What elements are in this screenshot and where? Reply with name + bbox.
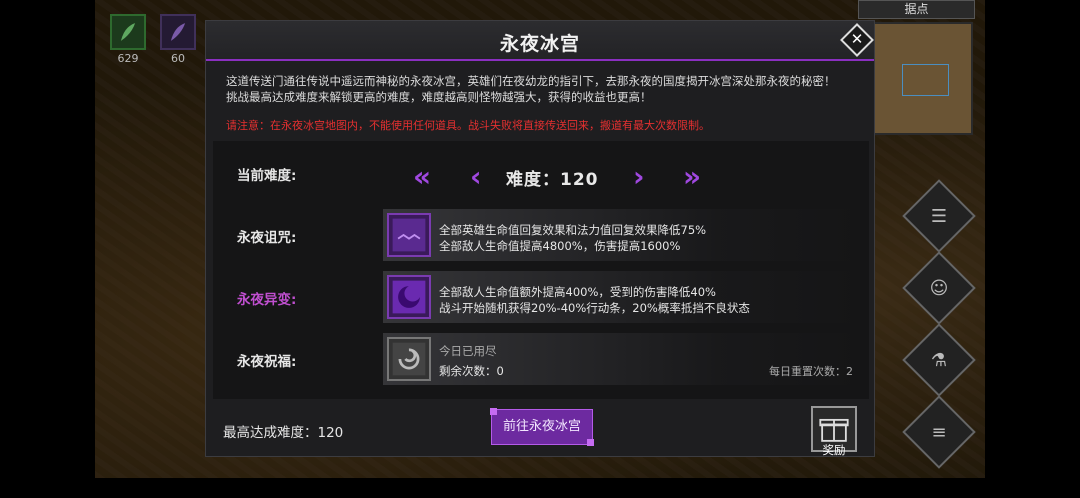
difficulty-panel: 当前难度: « ‹ 难度：120 › » 永夜诅咒: 全部英雄生命值回复效果和法…	[213, 141, 869, 399]
people-icon: ☺	[929, 277, 949, 299]
potion-icon: ⚗	[930, 349, 948, 371]
blessing-icon[interactable]	[387, 337, 431, 381]
mutation-effect: 全部敌人生命值额外提高400%，受到的伤害降低40% 战斗开始随机获得20%-4…	[383, 271, 861, 323]
mutation-line-2: 战斗开始随机获得20%-40%行动条，20%概率抵挡不良状态	[439, 301, 750, 315]
mutation-icon[interactable]	[387, 275, 431, 319]
difficulty-label: 当前难度:	[237, 168, 297, 184]
minimap[interactable]	[870, 22, 973, 135]
minimap-tab[interactable]: 据点	[858, 0, 975, 19]
blessing-line-1: 今日已用尽	[439, 344, 497, 358]
difficulty-first-button[interactable]: «	[413, 163, 431, 191]
difficulty-selector: « ‹ 难度：120 › »	[413, 163, 713, 193]
curse-icon[interactable]	[387, 213, 431, 257]
blessing-effect: 今日已用尽 剩余次数：0 每日重置次数：2	[383, 333, 861, 385]
mutation-label: 永夜异变:	[237, 292, 297, 308]
resource-slot-green[interactable]	[110, 14, 146, 50]
warning-text: 请注意：在永夜冰宫地图内，不能使用任何道具。战斗失败将直接传送回来，搬道有最大次…	[226, 119, 710, 132]
curse-effect: 全部英雄生命值回复效果和法力值回复效果降低75% 全部敌人生命值提高4800%，…	[383, 209, 861, 261]
blessing-remaining: 剩余次数：0	[439, 364, 504, 378]
scroll-icon: ☰	[930, 205, 948, 227]
difficulty-next-button[interactable]: ›	[633, 163, 645, 191]
blessing-label: 永夜祝福:	[237, 354, 297, 370]
blessing-reset-count: 每日重置次数：2	[769, 365, 853, 378]
curse-line-1: 全部英雄生命值回复效果和法力值回复效果降低75%	[439, 223, 707, 237]
mutation-line-1: 全部敌人生命值额外提高400%，受到的伤害降低40%	[439, 285, 716, 299]
resource-count-2: 60	[171, 52, 185, 65]
difficulty-value: 难度：120	[506, 170, 599, 190]
feather-icon	[120, 23, 136, 41]
difficulty-last-button[interactable]: »	[683, 163, 701, 191]
dialog-intro: 这道传送门通往传说中遥远而神秘的永夜冰宫，英雄们在夜幼龙的指引下，去那永夜的国度…	[226, 73, 866, 105]
curse-label: 永夜诅咒:	[237, 230, 297, 246]
resource-count-1: 629	[117, 52, 139, 65]
difficulty-prev-button[interactable]: ‹	[470, 163, 482, 191]
go-to-ice-palace-button[interactable]: 前往永夜冰宫	[490, 408, 594, 446]
intro-line-1: 这道传送门通往传说中遥远而神秘的永夜冰宫，英雄们在夜幼龙的指引下，去那永夜的国度…	[226, 74, 836, 88]
dialog-title: 永夜冰宫	[499, 33, 580, 55]
quill-icon	[170, 23, 186, 41]
list-icon: ≡	[931, 421, 947, 443]
max-difficulty: 最高达成难度：120	[223, 425, 344, 441]
resource-slot-purple[interactable]	[160, 14, 196, 50]
intro-line-2: 挑战最高达成难度来解锁更高的难度，难度越高则怪物越强大，获得的收益也更高！	[226, 90, 652, 104]
reward-label: 奖励	[822, 443, 846, 457]
dialog-title-bar: 永夜冰宫 ✕	[206, 21, 874, 61]
eternal-night-dialog: 永夜冰宫 ✕ 这道传送门通往传说中遥远而神秘的永夜冰宫，英雄们在夜幼龙的指引下，…	[205, 20, 875, 457]
curse-line-2: 全部敌人生命值提高4800%，伤害提高1600%	[439, 239, 681, 253]
close-icon: ✕	[850, 30, 864, 48]
